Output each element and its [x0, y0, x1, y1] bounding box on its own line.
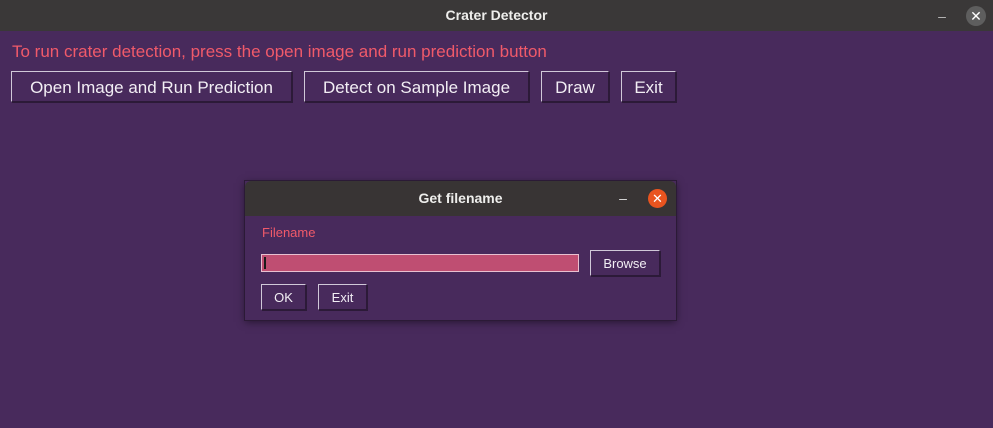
exit-button[interactable]: Exit [621, 71, 676, 102]
filename-label: Filename [262, 225, 316, 240]
instruction-text: To run crater detection, press the open … [12, 42, 547, 61]
browse-button[interactable]: Browse [590, 250, 660, 276]
dialog-title: Get filename [418, 190, 503, 206]
get-filename-dialog: Get filename – ✕ Filename Browse OK Exit [245, 181, 676, 320]
minimize-icon[interactable]: – [933, 7, 951, 25]
draw-button[interactable]: Draw [541, 71, 609, 102]
window-titlebar: Crater Detector – ✕ [0, 0, 993, 31]
close-icon: ✕ [970, 8, 982, 24]
dialog-close-icon: ✕ [652, 191, 663, 206]
window-title: Crater Detector [445, 7, 548, 23]
dialog-exit-button[interactable]: Exit [318, 284, 367, 310]
dialog-close-button[interactable]: ✕ [648, 189, 667, 208]
dialog-titlebar: Get filename – ✕ [245, 181, 676, 216]
ok-button[interactable]: OK [261, 284, 306, 310]
window-close-button[interactable]: ✕ [966, 6, 986, 26]
detect-sample-image-button[interactable]: Detect on Sample Image [304, 71, 529, 102]
text-cursor [264, 257, 266, 269]
dialog-minimize-icon[interactable]: – [616, 190, 630, 206]
filename-input[interactable] [261, 254, 579, 272]
open-image-run-prediction-button[interactable]: Open Image and Run Prediction [11, 71, 292, 102]
